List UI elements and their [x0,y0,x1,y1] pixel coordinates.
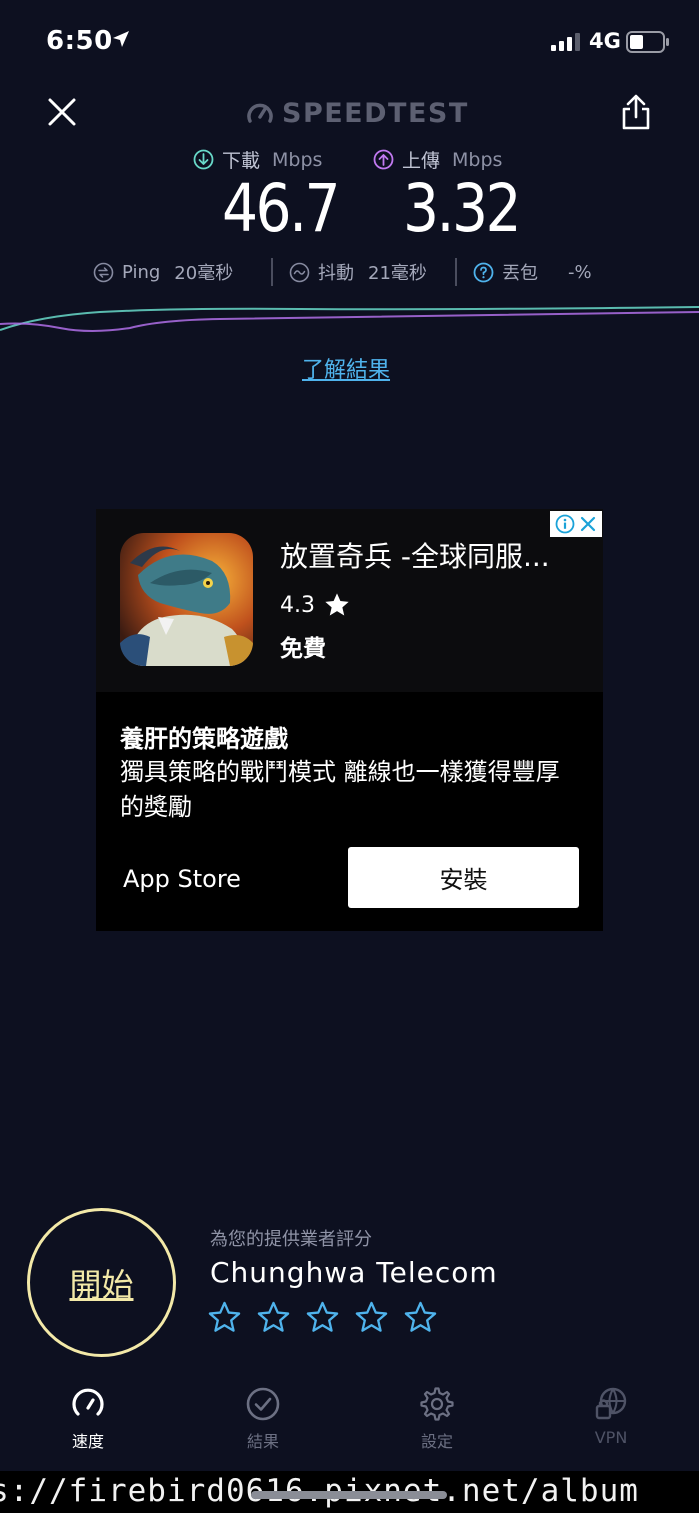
upload-label: 上傳 Mbps [373,146,502,173]
close-icon[interactable] [44,94,80,130]
packet-loss-metric[interactable]: 丟包 -% [473,259,592,285]
star-outline-icon[interactable] [256,1300,291,1335]
star-outline-icon[interactable] [354,1300,389,1335]
app-icon[interactable] [120,533,253,666]
upload-label-text: 上傳 [402,150,441,172]
ad-body-text: 獨具策略的戰鬥模式 離線也一樣獲得豐厚的獎勵 [120,758,560,821]
upload-speed-value: 3.32 [403,170,522,247]
tab-vpn-label: VPN [594,1428,628,1447]
home-indicator[interactable] [251,1491,447,1499]
start-button-label: 開始 [69,1265,134,1304]
ad-card[interactable]: 放置奇兵 -全球同服... 4.3 免費 養肝的策略遊戲 獨具策略的戰鬥模式 離… [96,509,603,931]
download-label-text: 下載 [222,150,261,172]
star-outline-icon[interactable] [403,1300,438,1335]
star-outline-icon[interactable] [207,1300,242,1335]
battery-icon [626,31,669,53]
ad-app-rating: 4.3 [280,591,351,619]
ad-store-name: App Store [123,865,241,893]
info-icon[interactable] [555,514,575,534]
ping-value: 20毫秒 [174,263,234,284]
packet-loss-value: -% [568,261,592,283]
gear-icon [420,1387,454,1421]
brand-name: SPEEDTEST [282,97,469,129]
check-circle-icon [246,1387,280,1421]
speedometer-icon [72,1388,104,1416]
download-speed-value: 46.7 [222,170,341,247]
signal-strength-icon [551,33,580,51]
provider-name: Chunghwa Telecom [210,1256,498,1289]
tab-settings[interactable]: 設定 [392,1386,482,1452]
speedtest-logo: SPEEDTEST [246,96,469,130]
ping-icon [93,262,114,282]
help-question-icon[interactable] [473,262,494,283]
download-arrow-icon [193,149,214,170]
status-time: 6:50 [46,26,113,56]
tab-speed-label: 速度 [71,1432,104,1451]
jitter-metric: 抖動 21毫秒 [289,259,427,285]
jitter-icon [289,262,310,282]
packet-loss-label: 丟包 [502,263,538,284]
tab-results[interactable]: 結果 [218,1386,308,1452]
provider-rating-stars[interactable] [207,1300,438,1335]
ad-choices-badge[interactable] [550,511,602,537]
jitter-value: 21毫秒 [368,263,427,284]
download-label: 下載 Mbps [193,146,322,173]
location-arrow-icon [113,31,129,47]
dragon-warrior-icon [120,533,253,666]
share-icon[interactable] [619,93,653,131]
metric-divider [455,258,457,286]
upload-unit: Mbps [452,148,503,171]
vpn-lock-globe-icon [595,1387,627,1420]
speedometer-logo-icon [247,103,273,123]
start-test-button[interactable]: 開始 [27,1208,176,1357]
tab-speed[interactable]: 速度 [43,1386,133,1452]
tab-vpn[interactable]: VPN [566,1386,656,1447]
ping-metric: Ping 20毫秒 [93,259,233,285]
ad-close-icon[interactable] [579,515,597,533]
learn-results-link[interactable]: 了解結果 [302,352,390,384]
install-button[interactable]: 安裝 [348,847,579,908]
rate-provider-label: 為您的提供業者評分 [210,1229,372,1250]
tab-settings-label: 設定 [420,1432,453,1451]
ad-app-price: 免費 [280,636,326,662]
ad-app-title[interactable]: 放置奇兵 -全球同服... [280,535,550,575]
download-unit: Mbps [272,148,323,171]
upload-history-line [0,311,699,332]
rating-value: 4.3 [280,592,315,618]
star-outline-icon[interactable] [305,1300,340,1335]
network-type: 4G [589,29,621,53]
upload-arrow-icon [373,149,394,170]
metric-divider [271,258,273,286]
speed-history-graph [0,306,699,332]
ping-label: Ping [122,261,161,283]
download-history-line [0,306,699,331]
tab-results-label: 結果 [246,1432,279,1451]
ad-headline: 養肝的策略遊戲 [120,725,288,753]
star-filled-icon [325,593,349,616]
jitter-label: 抖動 [318,263,354,284]
